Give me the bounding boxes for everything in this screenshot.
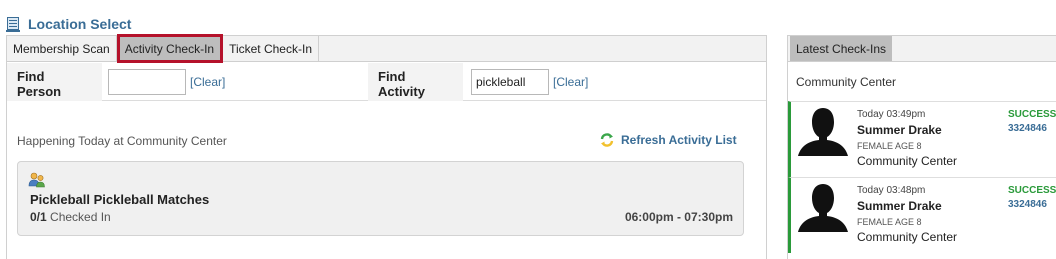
find-row: Find Person [Clear] Find Activity [Clear… [7,63,766,101]
find-person-label: Find Person [7,63,102,101]
avatar-silhouette-icon [798,184,848,232]
latest-checkins-panel: Latest Check-Ins Community Center Today … [787,35,1056,259]
tab-latest-check-ins[interactable]: Latest Check-Ins [790,36,893,61]
checked-in-count: 0/1 Checked In [30,210,111,224]
checkin-tabs: Membership Scan Activity Check-In Ticket… [7,34,766,63]
checkin-member-number[interactable]: 3324846 [1008,199,1047,210]
checkin-details: FEMALE AGE 8 [857,217,922,227]
checkin-time: Today 03:48pm [857,185,926,196]
people-icon [28,172,45,188]
checkin-time: Today 03:49pm [857,109,926,120]
checkin-item[interactable]: Today 03:48pm Summer Drake FEMALE AGE 8 … [788,177,1056,253]
page-header: Location Select [6,14,131,34]
activity-card[interactable]: Pickleball Pickleball Matches 0/1 Checke… [17,161,744,236]
right-tabs: Latest Check-Ins [788,36,1056,62]
find-activity-label: Find Activity [368,63,463,101]
checkin-item[interactable]: Today 03:49pm Summer Drake FEMALE AGE 8 … [788,101,1056,177]
checked-in-ratio: 0/1 [30,210,47,224]
checkins-location: Community Center [796,75,897,89]
clear-person-link[interactable]: [Clear] [190,75,225,89]
checkin-location: Community Center [857,230,958,244]
tab-activity-check-in[interactable]: Activity Check-In [116,34,224,63]
activity-time: 06:00pm - 07:30pm [624,210,733,224]
tab-membership-scan[interactable]: Membership Scan [7,36,117,61]
checkin-status: SUCCESS [1008,109,1056,120]
tab-ticket-check-in[interactable]: Ticket Check-In [223,36,319,61]
avatar-silhouette-icon [798,108,848,156]
activity-name: Pickleball Pickleball Matches [30,192,210,207]
refresh-icon [600,133,614,147]
happening-today-text: Happening Today at Community Center [17,134,227,148]
activity-panel: Membership Scan Activity Check-In Ticket… [6,34,767,259]
clear-activity-link[interactable]: [Clear] [553,75,588,89]
find-activity-input[interactable] [471,69,549,95]
checkin-location: Community Center [857,154,958,168]
checkin-member-number[interactable]: 3324846 [1008,123,1047,134]
refresh-label: Refresh Activity List [621,133,737,147]
checked-in-label: Checked In [50,210,111,224]
find-person-input[interactable] [108,69,186,95]
page-title[interactable]: Location Select [28,16,131,32]
refresh-activity-list-button[interactable]: Refresh Activity List [599,132,737,148]
checkin-status: SUCCESS [1008,185,1056,196]
checkin-details: FEMALE AGE 8 [857,141,922,151]
checkin-name: Summer Drake [857,123,942,137]
checkin-name: Summer Drake [857,199,942,213]
location-icon [6,16,20,32]
